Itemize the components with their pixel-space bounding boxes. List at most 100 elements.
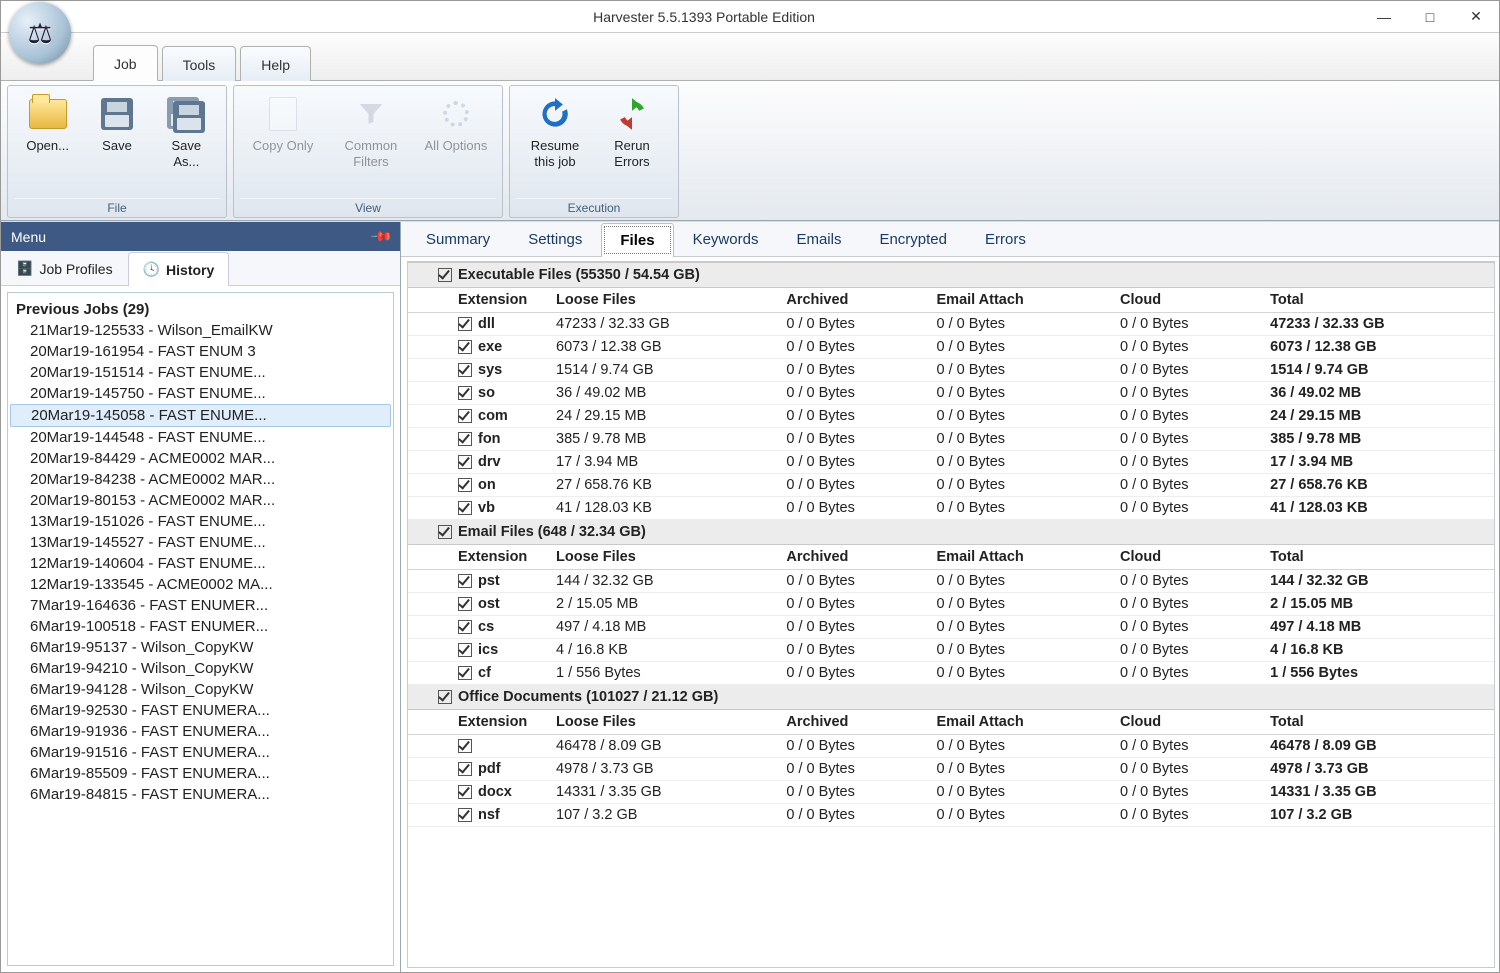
cell-extension[interactable]: exe: [408, 336, 548, 359]
history-item[interactable]: 12Mar19-133545 - ACME0002 MA...: [10, 574, 391, 595]
table-row[interactable]: com24 / 29.15 MB0 / 0 Bytes0 / 0 Bytes0 …: [408, 405, 1494, 428]
history-item[interactable]: 6Mar19-92530 - FAST ENUMERA...: [10, 700, 391, 721]
checkbox-icon[interactable]: [458, 432, 472, 446]
table-row[interactable]: docx14331 / 3.35 GB0 / 0 Bytes0 / 0 Byte…: [408, 781, 1494, 804]
column-header-loose[interactable]: Loose Files: [548, 545, 778, 570]
history-item[interactable]: 20Mar19-145058 - FAST ENUME...: [10, 404, 391, 427]
checkbox-icon[interactable]: [458, 501, 472, 515]
view-tab-summary[interactable]: Summary: [407, 222, 509, 256]
checkbox-icon[interactable]: [458, 643, 472, 657]
view-tab-keywords[interactable]: Keywords: [674, 222, 778, 256]
table-row[interactable]: exe6073 / 12.38 GB0 / 0 Bytes0 / 0 Bytes…: [408, 336, 1494, 359]
cell-extension[interactable]: [408, 735, 548, 758]
column-header-ext[interactable]: Extension: [408, 288, 548, 313]
pin-icon[interactable]: 📌: [369, 224, 393, 248]
column-header-ext[interactable]: Extension: [408, 710, 548, 735]
menu-tab-job[interactable]: Job: [93, 45, 158, 81]
history-item[interactable]: 20Mar19-80153 - ACME0002 MAR...: [10, 490, 391, 511]
history-item[interactable]: 6Mar19-91936 - FAST ENUMERA...: [10, 721, 391, 742]
history-item[interactable]: 6Mar19-85509 - FAST ENUMERA...: [10, 763, 391, 784]
files-grid-wrap[interactable]: Executable Files (55350 / 54.54 GB)Exten…: [407, 261, 1495, 968]
history-item[interactable]: 6Mar19-91516 - FAST ENUMERA...: [10, 742, 391, 763]
open-button[interactable]: Open...: [14, 90, 81, 198]
table-row[interactable]: cs497 / 4.18 MB0 / 0 Bytes0 / 0 Bytes0 /…: [408, 616, 1494, 639]
cell-extension[interactable]: com: [408, 405, 548, 428]
checkbox-icon[interactable]: [458, 785, 472, 799]
group-header[interactable]: Office Documents (101027 / 21.12 GB): [408, 685, 1494, 710]
checkbox-icon[interactable]: [458, 739, 472, 753]
column-header-arch[interactable]: Archived: [778, 288, 928, 313]
checkbox-icon[interactable]: [438, 690, 452, 704]
history-item[interactable]: 6Mar19-94128 - Wilson_CopyKW: [10, 679, 391, 700]
history-item[interactable]: 20Mar19-84429 - ACME0002 MAR...: [10, 448, 391, 469]
column-header-arch[interactable]: Archived: [778, 545, 928, 570]
history-item[interactable]: 12Mar19-140604 - FAST ENUME...: [10, 553, 391, 574]
history-item[interactable]: 21Mar19-125533 - Wilson_EmailKW: [10, 320, 391, 341]
history-item[interactable]: 7Mar19-164636 - FAST ENUMER...: [10, 595, 391, 616]
table-row[interactable]: so36 / 49.02 MB0 / 0 Bytes0 / 0 Bytes0 /…: [408, 382, 1494, 405]
checkbox-icon[interactable]: [458, 762, 472, 776]
column-header-arch[interactable]: Archived: [778, 710, 928, 735]
view-tab-emails[interactable]: Emails: [777, 222, 860, 256]
history-item[interactable]: 6Mar19-100518 - FAST ENUMER...: [10, 616, 391, 637]
history-item[interactable]: 20Mar19-161954 - FAST ENUM 3: [10, 341, 391, 362]
checkbox-icon[interactable]: [458, 808, 472, 822]
column-header-email[interactable]: Email Attach: [929, 545, 1113, 570]
history-item[interactable]: 20Mar19-144548 - FAST ENUME...: [10, 427, 391, 448]
checkbox-icon[interactable]: [458, 620, 472, 634]
cell-extension[interactable]: cs: [408, 616, 548, 639]
cell-extension[interactable]: cf: [408, 662, 548, 685]
cell-extension[interactable]: ost: [408, 593, 548, 616]
table-row[interactable]: ics4 / 16.8 KB0 / 0 Bytes0 / 0 Bytes0 / …: [408, 639, 1494, 662]
column-header-loose[interactable]: Loose Files: [548, 710, 778, 735]
history-item[interactable]: 20Mar19-151514 - FAST ENUME...: [10, 362, 391, 383]
side-tab-job-profiles[interactable]: 🗄️ Job Profiles: [1, 251, 128, 285]
table-row[interactable]: sys1514 / 9.74 GB0 / 0 Bytes0 / 0 Bytes0…: [408, 359, 1494, 382]
column-header-email[interactable]: Email Attach: [929, 288, 1113, 313]
save-as-button[interactable]: Save As...: [153, 90, 220, 198]
history-item[interactable]: 6Mar19-94210 - Wilson_CopyKW: [10, 658, 391, 679]
cell-extension[interactable]: sys: [408, 359, 548, 382]
history-item[interactable]: 20Mar19-84238 - ACME0002 MAR...: [10, 469, 391, 490]
checkbox-icon[interactable]: [458, 363, 472, 377]
table-row[interactable]: vb41 / 128.03 KB0 / 0 Bytes0 / 0 Bytes0 …: [408, 497, 1494, 520]
history-item[interactable]: 6Mar19-84815 - FAST ENUMERA...: [10, 784, 391, 805]
checkbox-icon[interactable]: [438, 525, 452, 539]
table-row[interactable]: 46478 / 8.09 GB0 / 0 Bytes0 / 0 Bytes0 /…: [408, 735, 1494, 758]
checkbox-icon[interactable]: [458, 386, 472, 400]
column-header-cloud[interactable]: Cloud: [1112, 545, 1262, 570]
column-header-cloud[interactable]: Cloud: [1112, 288, 1262, 313]
column-header-cloud[interactable]: Cloud: [1112, 710, 1262, 735]
history-tree[interactable]: Previous Jobs (29)21Mar19-125533 - Wilso…: [7, 292, 394, 966]
view-tab-settings[interactable]: Settings: [509, 222, 601, 256]
cell-extension[interactable]: ics: [408, 639, 548, 662]
window-close-button[interactable]: ✕: [1453, 1, 1499, 33]
checkbox-icon[interactable]: [458, 409, 472, 423]
checkbox-icon[interactable]: [458, 340, 472, 354]
resume-job-button[interactable]: Resume this job: [516, 90, 594, 198]
cell-extension[interactable]: drv: [408, 451, 548, 474]
table-row[interactable]: pst144 / 32.32 GB0 / 0 Bytes0 / 0 Bytes0…: [408, 570, 1494, 593]
column-header-loose[interactable]: Loose Files: [548, 288, 778, 313]
history-root[interactable]: Previous Jobs (29): [10, 299, 391, 320]
cell-extension[interactable]: on: [408, 474, 548, 497]
side-tab-history[interactable]: 🕓 History: [128, 252, 230, 286]
table-row[interactable]: fon385 / 9.78 MB0 / 0 Bytes0 / 0 Bytes0 …: [408, 428, 1494, 451]
column-header-ext[interactable]: Extension: [408, 545, 548, 570]
history-item[interactable]: 13Mar19-145527 - FAST ENUME...: [10, 532, 391, 553]
history-item[interactable]: 20Mar19-145750 - FAST ENUME...: [10, 383, 391, 404]
group-header[interactable]: Email Files (648 / 32.34 GB): [408, 520, 1494, 545]
column-header-email[interactable]: Email Attach: [929, 710, 1113, 735]
save-button[interactable]: Save: [83, 90, 150, 198]
cell-extension[interactable]: pst: [408, 570, 548, 593]
checkbox-icon[interactable]: [458, 574, 472, 588]
rerun-errors-button[interactable]: Rerun Errors: [596, 90, 668, 198]
column-header-total[interactable]: Total: [1262, 710, 1494, 735]
checkbox-icon[interactable]: [438, 268, 452, 282]
checkbox-icon[interactable]: [458, 666, 472, 680]
view-tab-errors[interactable]: Errors: [966, 222, 1045, 256]
history-item[interactable]: 6Mar19-95137 - Wilson_CopyKW: [10, 637, 391, 658]
checkbox-icon[interactable]: [458, 455, 472, 469]
table-row[interactable]: ost2 / 15.05 MB0 / 0 Bytes0 / 0 Bytes0 /…: [408, 593, 1494, 616]
cell-extension[interactable]: docx: [408, 781, 548, 804]
